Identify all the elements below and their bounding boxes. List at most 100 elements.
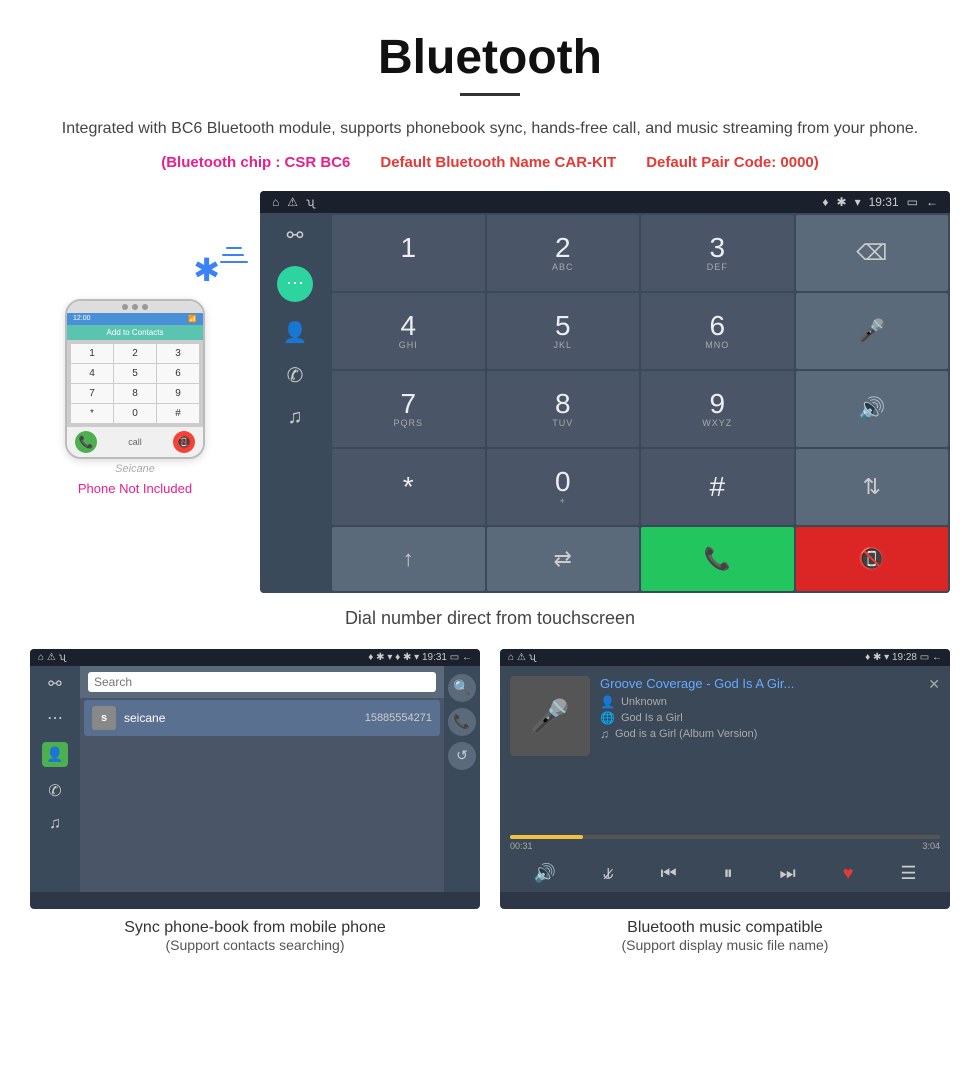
- pb-sidebar: ⚯ ⋯ 👤 ✆ ♫: [30, 666, 80, 892]
- title-underline: [460, 93, 520, 96]
- phone-end-button[interactable]: 📵: [173, 431, 195, 453]
- dial-keypad-area: 1 2 ABC 3 DEF ⌫: [330, 213, 950, 593]
- bluetooth-icon: ✱: [193, 252, 220, 288]
- phone-key-7[interactable]: 7: [71, 384, 113, 403]
- phone-key-1[interactable]: 1: [71, 344, 113, 363]
- dial-key-4[interactable]: 4 GHI: [332, 293, 485, 369]
- dial-key-star[interactable]: *: [332, 449, 485, 525]
- progress-bar-fill: [510, 835, 583, 839]
- pb-contact-avatar: s: [92, 706, 116, 730]
- pb-caption-title: Sync phone-book from mobile phone: [124, 919, 386, 937]
- phone-key-star[interactable]: *: [71, 404, 113, 423]
- pb-content: s seicane 15885554271: [80, 666, 444, 892]
- pb-contact-number: 15885554271: [365, 712, 432, 724]
- pb-contact-name: seicane: [124, 711, 365, 725]
- pb-icon-keypad[interactable]: ⋯: [47, 708, 63, 728]
- phone-call-button[interactable]: 📞: [75, 431, 97, 453]
- car-screen-wrapper: ⌂ ⚠ ʯ ♦ ✱ ▾ 19:31 ▭ ← ⚯ ⋯: [260, 191, 950, 593]
- phone-dot: [142, 304, 148, 310]
- phone-mockup: 12:00 📶 Add to Contacts 1 2 3 4 5 6 7 8 …: [65, 299, 205, 459]
- ctrl-next[interactable]: ⏭: [780, 863, 796, 884]
- ctrl-prev[interactable]: ⏮: [660, 863, 676, 884]
- phone-key-0[interactable]: 0: [114, 404, 156, 423]
- dial-key-5[interactable]: 5 JKL: [487, 293, 640, 369]
- phone-key-5[interactable]: 5: [114, 364, 156, 383]
- seicane-brand: Seicane: [115, 463, 155, 475]
- phone-key-4[interactable]: 4: [71, 364, 113, 383]
- pb-icon-link[interactable]: ⚯: [48, 674, 61, 694]
- dial-key-hash[interactable]: #: [641, 449, 794, 525]
- dial-icon-music[interactable]: ♫: [288, 406, 303, 429]
- car-status-bar: ⌂ ⚠ ʯ ♦ ✱ ▾ 19:31 ▭ ←: [260, 191, 950, 213]
- music-detail-artist1: 👤 Unknown: [600, 695, 918, 709]
- bottom-item-phonebook: ⌂ ⚠ ʯ ♦ ✱ ▾ ♦ ✱ ▾ 19:31 ▭ ← ⚯ ⋯ 👤 ✆ ♫: [30, 649, 480, 953]
- pb-action-call[interactable]: 📞: [448, 708, 476, 736]
- pb-action-search[interactable]: 🔍: [448, 674, 476, 702]
- dial-icon-contacts[interactable]: 👤: [283, 320, 308, 345]
- status-right: ♦ ✱ ▾ 19:31 ▭ ←: [822, 195, 938, 209]
- progress-times: 00:31 3:04: [510, 841, 940, 851]
- add-to-contacts-bar: Add to Contacts: [67, 325, 203, 340]
- ctrl-eq[interactable]: ⫝̸: [603, 863, 614, 884]
- dial-key-transfer[interactable]: ⇅: [796, 449, 949, 525]
- dial-key-mute[interactable]: 🎤: [796, 293, 949, 369]
- music-close-button[interactable]: ✕: [928, 676, 940, 693]
- phone-top-bar: [67, 301, 203, 313]
- phone-key-9[interactable]: 9: [157, 384, 199, 403]
- spec-name: Default Bluetooth Name CAR-KIT: [380, 154, 616, 171]
- phone-key-2[interactable]: 2: [114, 344, 156, 363]
- music-top: 🎤 Groove Coverage - God Is A Gir... 👤 Un…: [500, 666, 950, 831]
- dial-key-volume[interactable]: 🔊: [796, 371, 949, 447]
- dial-key-2[interactable]: 2 ABC: [487, 215, 640, 291]
- music-detail-track: ♫ God is a Girl (Album Version): [600, 727, 918, 741]
- pb-action-refresh[interactable]: ↺: [448, 742, 476, 770]
- dial-icon-link[interactable]: ⚯: [287, 223, 304, 248]
- phone-dot: [132, 304, 138, 310]
- dial-icon-keypad-active[interactable]: ⋯: [277, 266, 313, 302]
- dial-key-swap[interactable]: ⇄: [487, 527, 640, 591]
- dial-key-up[interactable]: ↑: [332, 527, 485, 591]
- phone-key-6[interactable]: 6: [157, 364, 199, 383]
- dial-key-8[interactable]: 8 TUV: [487, 371, 640, 447]
- phone-notification-bar: 12:00 📶: [67, 313, 203, 325]
- pb-icon-music[interactable]: ♫: [49, 815, 61, 833]
- page-title: Bluetooth: [60, 30, 920, 85]
- wifi-waves: [222, 247, 248, 263]
- pb-icon-calls[interactable]: ✆: [48, 781, 61, 801]
- ctrl-pause[interactable]: ⏸: [724, 863, 733, 884]
- globe-icon: 🌐: [600, 711, 615, 725]
- dial-key-call[interactable]: 📞: [641, 527, 794, 591]
- phone-dot: [122, 304, 128, 310]
- phonebook-screen: ⌂ ⚠ ʯ ♦ ✱ ▾ ♦ ✱ ▾ 19:31 ▭ ← ⚯ ⋯ 👤 ✆ ♫: [30, 649, 480, 909]
- music-screen: ⌂ ⚠ ʯ ♦ ✱ ▾ 19:28 ▭ ← 🎤 Groove Coverage …: [500, 649, 950, 909]
- time-current: 00:31: [510, 841, 533, 851]
- song-title: Groove Coverage - God Is A Gir...: [600, 676, 918, 691]
- phone-key-8[interactable]: 8: [114, 384, 156, 403]
- header-section: Bluetooth Integrated with BC6 Bluetooth …: [0, 0, 980, 191]
- dial-key-7[interactable]: 7 PQRS: [332, 371, 485, 447]
- dial-key-6[interactable]: 6 MNO: [641, 293, 794, 369]
- dial-key-end[interactable]: 📵: [796, 527, 949, 591]
- phone-key-3[interactable]: 3: [157, 344, 199, 363]
- ctrl-heart[interactable]: ♥: [843, 863, 854, 884]
- phone-key-hash[interactable]: #: [157, 404, 199, 423]
- dial-sidebar: ⚯ ⋯ 👤 ✆ ♫: [260, 213, 330, 593]
- pb-search-input[interactable]: [88, 672, 436, 692]
- music-layout: 🎤 Groove Coverage - God Is A Gir... 👤 Un…: [500, 666, 950, 892]
- music-caption-sub: (Support display music file name): [622, 937, 829, 953]
- ctrl-playlist[interactable]: ☰: [900, 863, 916, 884]
- pb-contact-row[interactable]: s seicane 15885554271: [84, 700, 440, 736]
- dial-key-0[interactable]: 0 +: [487, 449, 640, 525]
- dial-key-backspace[interactable]: ⌫: [796, 215, 949, 291]
- pb-icon-contacts-active[interactable]: 👤: [42, 742, 67, 767]
- dial-key-3[interactable]: 3 DEF: [641, 215, 794, 291]
- dial-key-9[interactable]: 9 WXYZ: [641, 371, 794, 447]
- car-screen: ⌂ ⚠ ʯ ♦ ✱ ▾ 19:31 ▭ ← ⚯ ⋯: [260, 191, 950, 593]
- music-controls: 🔊 ⫝̸ ⏮ ⏸ ⏭ ♥ ☰: [500, 855, 950, 892]
- pb-action-icons: 🔍 📞 ↺: [444, 666, 480, 892]
- ctrl-volume[interactable]: 🔊: [533, 863, 555, 884]
- music-progress: 00:31 3:04: [500, 831, 950, 855]
- dial-key-1[interactable]: 1: [332, 215, 485, 291]
- dial-icon-recent[interactable]: ✆: [287, 363, 304, 388]
- spec-chip: (Bluetooth chip : CSR BC6: [161, 154, 350, 171]
